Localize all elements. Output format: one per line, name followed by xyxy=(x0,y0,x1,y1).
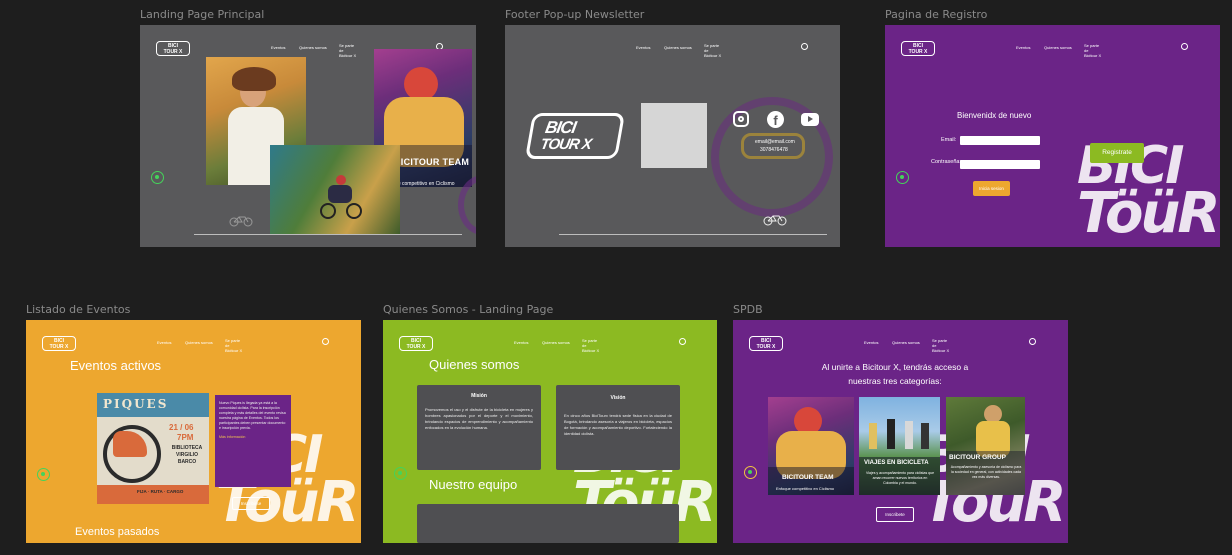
nav-join[interactable]: Se parte de Bicitour X xyxy=(1084,43,1102,58)
team-title: Nuestro equipo xyxy=(429,477,518,492)
nav-join[interactable]: Se parte de Bicitour X xyxy=(225,338,243,353)
hero-photo-race xyxy=(270,145,400,235)
spdb-headline-1: Al unirte a Bicitour X, tendrás acceso a xyxy=(821,362,969,372)
bike-icon xyxy=(229,216,253,227)
frame-spdb[interactable]: BICI TOUR X Eventos Quienes somos Se part… xyxy=(733,320,1068,543)
mision-card: Misión Promovemos el uso y el disfrute d… xyxy=(417,385,541,470)
whatsapp-icon[interactable] xyxy=(394,467,407,480)
vision-text: En cinco años BiciTourx tendrá sede fisi… xyxy=(564,413,672,436)
frame-label-footer: Footer Pop-up Newsletter xyxy=(505,8,645,21)
nav-join[interactable]: Se parte de Bicitour X xyxy=(339,43,357,58)
nav-join[interactable]: Se parte de Bicitour X xyxy=(704,43,722,58)
nav-events[interactable]: Eventos xyxy=(157,340,171,345)
password-label: Contraseña: xyxy=(931,159,961,165)
frame-quienes[interactable]: BICI TOUR X Eventos Quienes somos Se part… xyxy=(383,320,717,543)
password-field[interactable] xyxy=(960,160,1040,169)
brand-logo[interactable]: BICI TOUR X xyxy=(399,336,433,351)
frame-label-registro: Pagina de Registro xyxy=(885,8,988,21)
event-poster[interactable]: PIQUES 21 / 06 7PM BIBLIOTECA VIRGILIO B… xyxy=(97,393,209,504)
hero-title: BICITOUR TEAM xyxy=(394,157,470,167)
nav-about[interactable]: Quienes somos xyxy=(185,340,213,345)
frame-footer[interactable]: Eventos Quienes somos Se parte de Bicito… xyxy=(505,25,840,247)
footer-email[interactable]: email@email.com xyxy=(755,139,795,145)
youtube-icon[interactable] xyxy=(801,113,819,126)
footer-logo[interactable]: BICI TOUR X xyxy=(524,113,626,159)
event-details: Nuevo Piques is llegada ya está a la com… xyxy=(215,395,291,487)
team-card xyxy=(417,504,679,543)
email-field[interactable] xyxy=(960,136,1040,145)
user-icon[interactable] xyxy=(679,338,686,345)
active-events-title: Eventos activos xyxy=(70,358,162,373)
email-label: Email: xyxy=(941,137,957,143)
brand-logo[interactable]: BICI TOUR X xyxy=(749,336,783,351)
footer-divider xyxy=(559,234,827,235)
nav-events[interactable]: Eventos xyxy=(864,340,878,345)
brand-logo[interactable]: BICI TOUR X xyxy=(42,336,76,351)
signup-button[interactable]: Inscribirse xyxy=(232,497,270,510)
frame-eventos[interactable]: BICI TOUR X Eventos Quienes somos Se part… xyxy=(26,320,361,543)
user-icon[interactable] xyxy=(1029,338,1036,345)
login-button[interactable]: Inicia sesion xyxy=(973,181,1010,196)
nav-events[interactable]: Eventos xyxy=(514,340,528,345)
nav-join[interactable]: Se parte de Bicitour X xyxy=(582,338,600,353)
brand-big-tour: TöüR xyxy=(1077,181,1220,246)
newsletter-image-placeholder xyxy=(641,103,707,168)
user-icon[interactable] xyxy=(322,338,329,345)
whatsapp-icon[interactable] xyxy=(896,171,909,184)
category-card-group[interactable]: BICITOUR GROUP Acompañamiento y asesoría… xyxy=(946,397,1025,495)
facebook-icon[interactable]: f xyxy=(767,111,784,128)
register-button[interactable]: Registrate xyxy=(1090,143,1144,163)
nav-about[interactable]: Quienes somos xyxy=(299,45,327,50)
event-more-link[interactable]: Más información xyxy=(219,435,287,440)
frame-label-quienes: Quienes Somos - Landing Page xyxy=(383,303,554,316)
frame-label-eventos: Listado de Eventos xyxy=(26,303,131,316)
instagram-icon[interactable] xyxy=(733,111,749,127)
mision-text: Promovemos el uso y el disfrute de la bi… xyxy=(425,407,533,430)
vision-card: Visión En cinco años BiciTourx tendrá se… xyxy=(556,385,680,470)
vision-title: Visión xyxy=(610,395,626,401)
footer-divider xyxy=(194,234,462,235)
category-card-viajes[interactable]: VIAJES EN BICICLETA Viajes y acompañamie… xyxy=(859,397,940,495)
bike-icon xyxy=(763,215,787,226)
welcome-title: Bienvenidx de nuevo xyxy=(957,111,1032,120)
frame-label-landing: Landing Page Principal xyxy=(140,8,265,21)
whatsapp-icon[interactable] xyxy=(744,466,757,479)
mision-title: Misión xyxy=(471,393,487,399)
user-icon[interactable] xyxy=(1181,43,1188,50)
about-title: Quienes somos xyxy=(429,357,520,372)
nav-events[interactable]: Eventos xyxy=(1016,45,1030,50)
user-icon[interactable] xyxy=(801,43,808,50)
nav-events[interactable]: Eventos xyxy=(636,45,650,50)
nav-join[interactable]: Se parte de Bicitour X xyxy=(932,338,950,353)
nav-about[interactable]: Quienes somos xyxy=(1044,45,1072,50)
footer-phone: 3078476478 xyxy=(760,147,788,153)
past-events-title: Eventos pasados xyxy=(75,526,160,538)
frame-label-spdb: SPDB xyxy=(733,303,763,316)
spdb-headline-2: nuestras tres categorías: xyxy=(848,376,942,386)
nav-about[interactable]: Quienes somos xyxy=(664,45,692,50)
brand-logo[interactable]: BICI TOUR X xyxy=(901,41,935,56)
whatsapp-icon[interactable] xyxy=(151,171,164,184)
nav-about[interactable]: Quienes somos xyxy=(892,340,920,345)
category-card-team[interactable]: BICITOUR TEAM Enfoque competitivo en Cic… xyxy=(768,397,854,495)
nav-about[interactable]: Quienes somos xyxy=(542,340,570,345)
frame-registro[interactable]: BICI TOUR X Eventos Quienes somos Se part… xyxy=(885,25,1220,247)
frame-landing[interactable]: BICI TOUR X Eventos Quienes somos Se part… xyxy=(140,25,476,247)
whatsapp-icon[interactable] xyxy=(37,468,50,481)
signup-button[interactable]: Inscribete xyxy=(876,507,914,522)
brand-logo[interactable]: BICI TOUR X xyxy=(156,41,190,56)
nav-events[interactable]: Eventos xyxy=(271,45,285,50)
